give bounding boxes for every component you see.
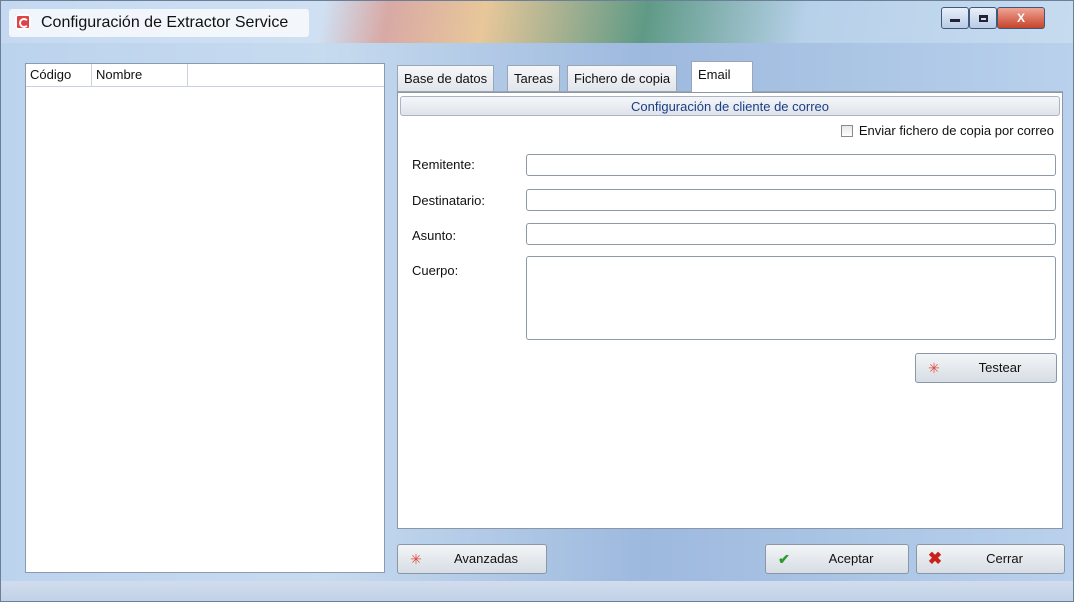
test-button-label: Testear <box>978 360 1022 375</box>
window-title: Configuración de Extractor Service <box>41 14 289 31</box>
close-window-button[interactable]: X <box>997 7 1045 29</box>
column-header-nombre[interactable]: Nombre <box>92 64 188 86</box>
app-window: Configuración de Extractor Service X Cód… <box>0 0 1074 602</box>
minimize-icon <box>950 19 960 22</box>
accept-button-label: Aceptar <box>828 551 874 566</box>
close-icon: X <box>1016 11 1025 25</box>
maximize-button[interactable] <box>969 7 997 29</box>
asunto-field[interactable] <box>526 223 1056 245</box>
asunto-label: Asunto: <box>412 228 457 243</box>
destinatario-field[interactable] <box>526 189 1056 211</box>
close-button-label: Cerrar <box>986 551 1023 566</box>
remitente-label: Remitente: <box>412 157 475 172</box>
email-tab-panel: Configuración de cliente de correo Envia… <box>397 92 1063 529</box>
send-copy-option[interactable]: Enviar fichero de copia por correo <box>840 122 1054 140</box>
maximize-icon <box>978 15 988 22</box>
send-copy-checkbox[interactable] <box>840 125 853 137</box>
test-button[interactable]: ✳ Testear <box>915 353 1057 383</box>
remitente-field[interactable] <box>526 154 1056 176</box>
title-bar[interactable]: Configuración de Extractor Service X <box>1 1 1073 43</box>
cuerpo-field[interactable] <box>526 256 1056 340</box>
column-header-codigo[interactable]: Código <box>26 64 92 86</box>
app-icon[interactable] <box>15 14 31 30</box>
list-header: Código Nombre <box>26 64 384 87</box>
tab-email[interactable]: Email <box>691 61 753 92</box>
accept-button[interactable]: ✔ Aceptar <box>765 544 909 574</box>
tab-tareas[interactable]: Tareas <box>507 65 561 91</box>
section-title: Configuración de cliente de correo <box>400 96 1060 116</box>
asterisk-icon: ✳ <box>928 360 940 376</box>
advanced-button-label: Avanzadas <box>453 551 519 566</box>
window-bottom-edge <box>1 581 1073 601</box>
cuerpo-label: Cuerpo: <box>412 263 459 278</box>
tab-base-de-datos[interactable]: Base de datos <box>397 65 495 91</box>
cross-icon: ✖ <box>927 549 943 568</box>
minimize-button[interactable] <box>941 7 969 29</box>
asterisk-icon: ✳ <box>410 551 422 567</box>
check-icon: ✔ <box>778 551 790 567</box>
advanced-button[interactable]: ✳ Avanzadas <box>397 544 547 574</box>
send-copy-label: Enviar fichero de copia por correo <box>858 123 1054 138</box>
close-button[interactable]: ✖ Cerrar <box>916 544 1065 574</box>
item-list[interactable]: Código Nombre <box>25 63 385 573</box>
destinatario-label: Destinatario: <box>412 193 485 208</box>
tab-fichero-de-copia[interactable]: Fichero de copia <box>567 65 678 91</box>
